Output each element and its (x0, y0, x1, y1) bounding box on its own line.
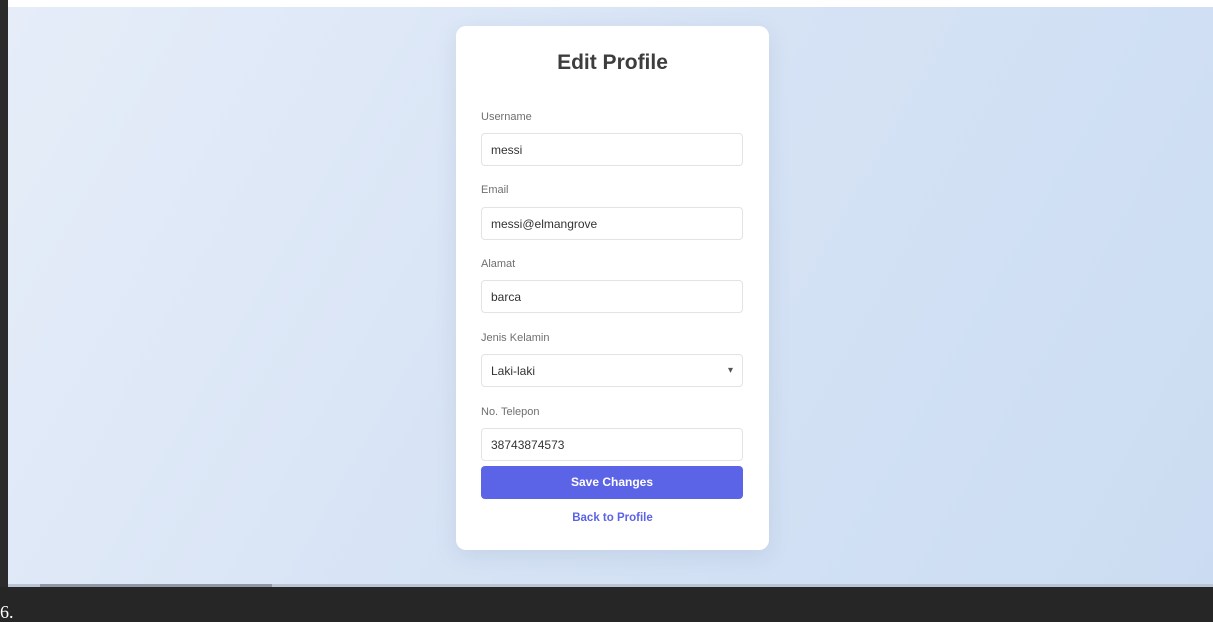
jenis-kelamin-label: Jenis Kelamin (481, 332, 550, 344)
jenis-kelamin-selected-value: Laki-laki (491, 363, 536, 378)
step-number-label: 6. (0, 602, 14, 622)
window-left-border (0, 0, 8, 587)
chevron-down-icon: ▾ (727, 365, 733, 376)
username-input[interactable] (481, 133, 743, 166)
username-label: Username (481, 111, 532, 123)
back-to-profile-link[interactable]: Back to Profile (456, 512, 769, 524)
save-changes-button[interactable]: Save Changes (481, 466, 743, 499)
email-input[interactable] (481, 207, 743, 240)
browser-viewport: Edit Profile Username Email Alamat Jenis… (8, 7, 1213, 587)
telepon-input[interactable] (481, 428, 743, 461)
bottom-band (0, 587, 1213, 622)
alamat-label: Alamat (481, 258, 516, 270)
page-title: Edit Profile (557, 51, 668, 74)
alamat-input[interactable] (481, 280, 743, 313)
email-label: Email (481, 184, 509, 196)
telepon-label: No. Telepon (481, 406, 540, 418)
edit-profile-card: Edit Profile Username Email Alamat Jenis… (456, 26, 769, 550)
jenis-kelamin-select[interactable]: Laki-laki ▾ (481, 354, 743, 387)
